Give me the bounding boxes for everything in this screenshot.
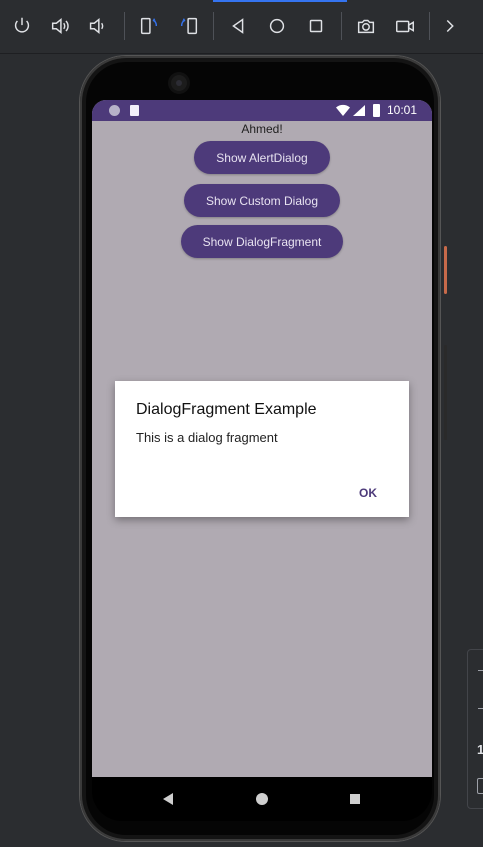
wifi-icon bbox=[336, 104, 350, 116]
overview-icon[interactable] bbox=[303, 13, 329, 39]
volume-down-icon[interactable] bbox=[84, 13, 110, 39]
nav-back-icon[interactable] bbox=[161, 792, 175, 806]
screen-record-icon[interactable] bbox=[392, 13, 418, 39]
front-camera bbox=[171, 75, 187, 91]
emulator-side-panel: 1 bbox=[467, 649, 483, 809]
panel-divider bbox=[478, 670, 483, 671]
chevron-right-icon[interactable] bbox=[437, 13, 463, 39]
panel-value: 1 bbox=[477, 742, 483, 757]
show-dialog-fragment-button[interactable]: Show DialogFragment bbox=[181, 225, 343, 258]
dialog-title: DialogFragment Example bbox=[136, 401, 317, 418]
toolbar-separator bbox=[213, 12, 214, 40]
toolbar-separator bbox=[341, 12, 342, 40]
notification-icon bbox=[109, 105, 120, 116]
dialog-fragment: DialogFragment Example This is a dialog … bbox=[115, 381, 409, 517]
status-bar: 10:01 bbox=[92, 100, 432, 121]
panel-icon[interactable] bbox=[477, 778, 483, 794]
power-icon[interactable] bbox=[9, 13, 35, 39]
dialog-ok-button[interactable]: OK bbox=[355, 484, 381, 502]
battery-icon bbox=[373, 104, 380, 117]
show-custom-dialog-button[interactable]: Show Custom Dialog bbox=[184, 184, 340, 217]
nav-overview-icon[interactable] bbox=[349, 793, 361, 805]
greeting-text: Ahmed! bbox=[241, 122, 283, 136]
sd-card-icon bbox=[130, 105, 139, 116]
power-side-button[interactable] bbox=[444, 246, 447, 294]
navigation-bar bbox=[92, 777, 432, 821]
toolbar-separator bbox=[124, 12, 125, 40]
emulator-toolbar bbox=[0, 0, 483, 54]
toolbar-active-indicator bbox=[213, 0, 347, 2]
rotate-left-icon[interactable] bbox=[136, 13, 162, 39]
rotate-right-icon[interactable] bbox=[176, 13, 202, 39]
signal-icon bbox=[353, 105, 365, 116]
panel-divider bbox=[478, 708, 483, 709]
dialog-message: This is a dialog fragment bbox=[136, 430, 278, 445]
nav-home-icon[interactable] bbox=[254, 791, 270, 807]
toolbar-separator bbox=[429, 12, 430, 40]
back-icon[interactable] bbox=[225, 13, 251, 39]
volume-side-button[interactable] bbox=[444, 345, 447, 440]
camera-icon[interactable] bbox=[353, 13, 379, 39]
volume-up-icon[interactable] bbox=[47, 13, 73, 39]
show-alert-dialog-button[interactable]: Show AlertDialog bbox=[194, 141, 330, 174]
home-icon[interactable] bbox=[264, 13, 290, 39]
status-time: 10:01 bbox=[387, 103, 418, 117]
